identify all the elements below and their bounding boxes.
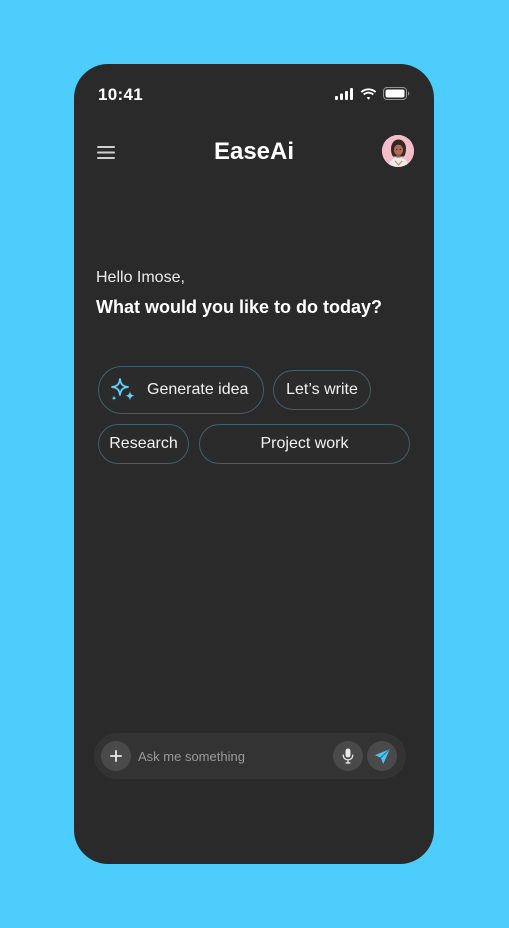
chip-lets-write[interactable]: Let’s write — [273, 370, 371, 410]
chip-label: Research — [109, 435, 178, 452]
send-icon[interactable] — [367, 741, 397, 771]
chip-generate-idea[interactable]: Generate idea — [98, 366, 264, 414]
microphone-icon[interactable] — [333, 741, 363, 771]
status-icons — [335, 87, 410, 100]
cellular-signal-icon — [335, 87, 354, 100]
prompt-question: What would you like to do today? — [96, 297, 382, 317]
sparkles-icon — [109, 376, 137, 404]
chip-research[interactable]: Research — [98, 424, 189, 464]
chip-label: Generate idea — [147, 381, 249, 398]
chip-label: Let’s write — [286, 381, 358, 398]
phone-screen: 10:41 EaseAi Hello Imose, What would you… — [74, 64, 434, 864]
chip-label: Project work — [260, 435, 349, 452]
battery-icon — [383, 87, 410, 100]
message-composer — [94, 733, 406, 779]
user-avatar[interactable] — [382, 135, 414, 167]
app-header: EaseAi — [74, 130, 434, 174]
status-bar: 10:41 — [74, 64, 434, 124]
chip-project-work[interactable]: Project work — [199, 424, 410, 464]
app-title: EaseAi — [213, 138, 295, 165]
message-input[interactable] — [138, 743, 318, 769]
wifi-icon — [360, 87, 377, 100]
greeting-text: Hello Imose, — [96, 269, 185, 286]
status-time: 10:41 — [98, 85, 143, 104]
plus-icon[interactable] — [101, 741, 131, 771]
